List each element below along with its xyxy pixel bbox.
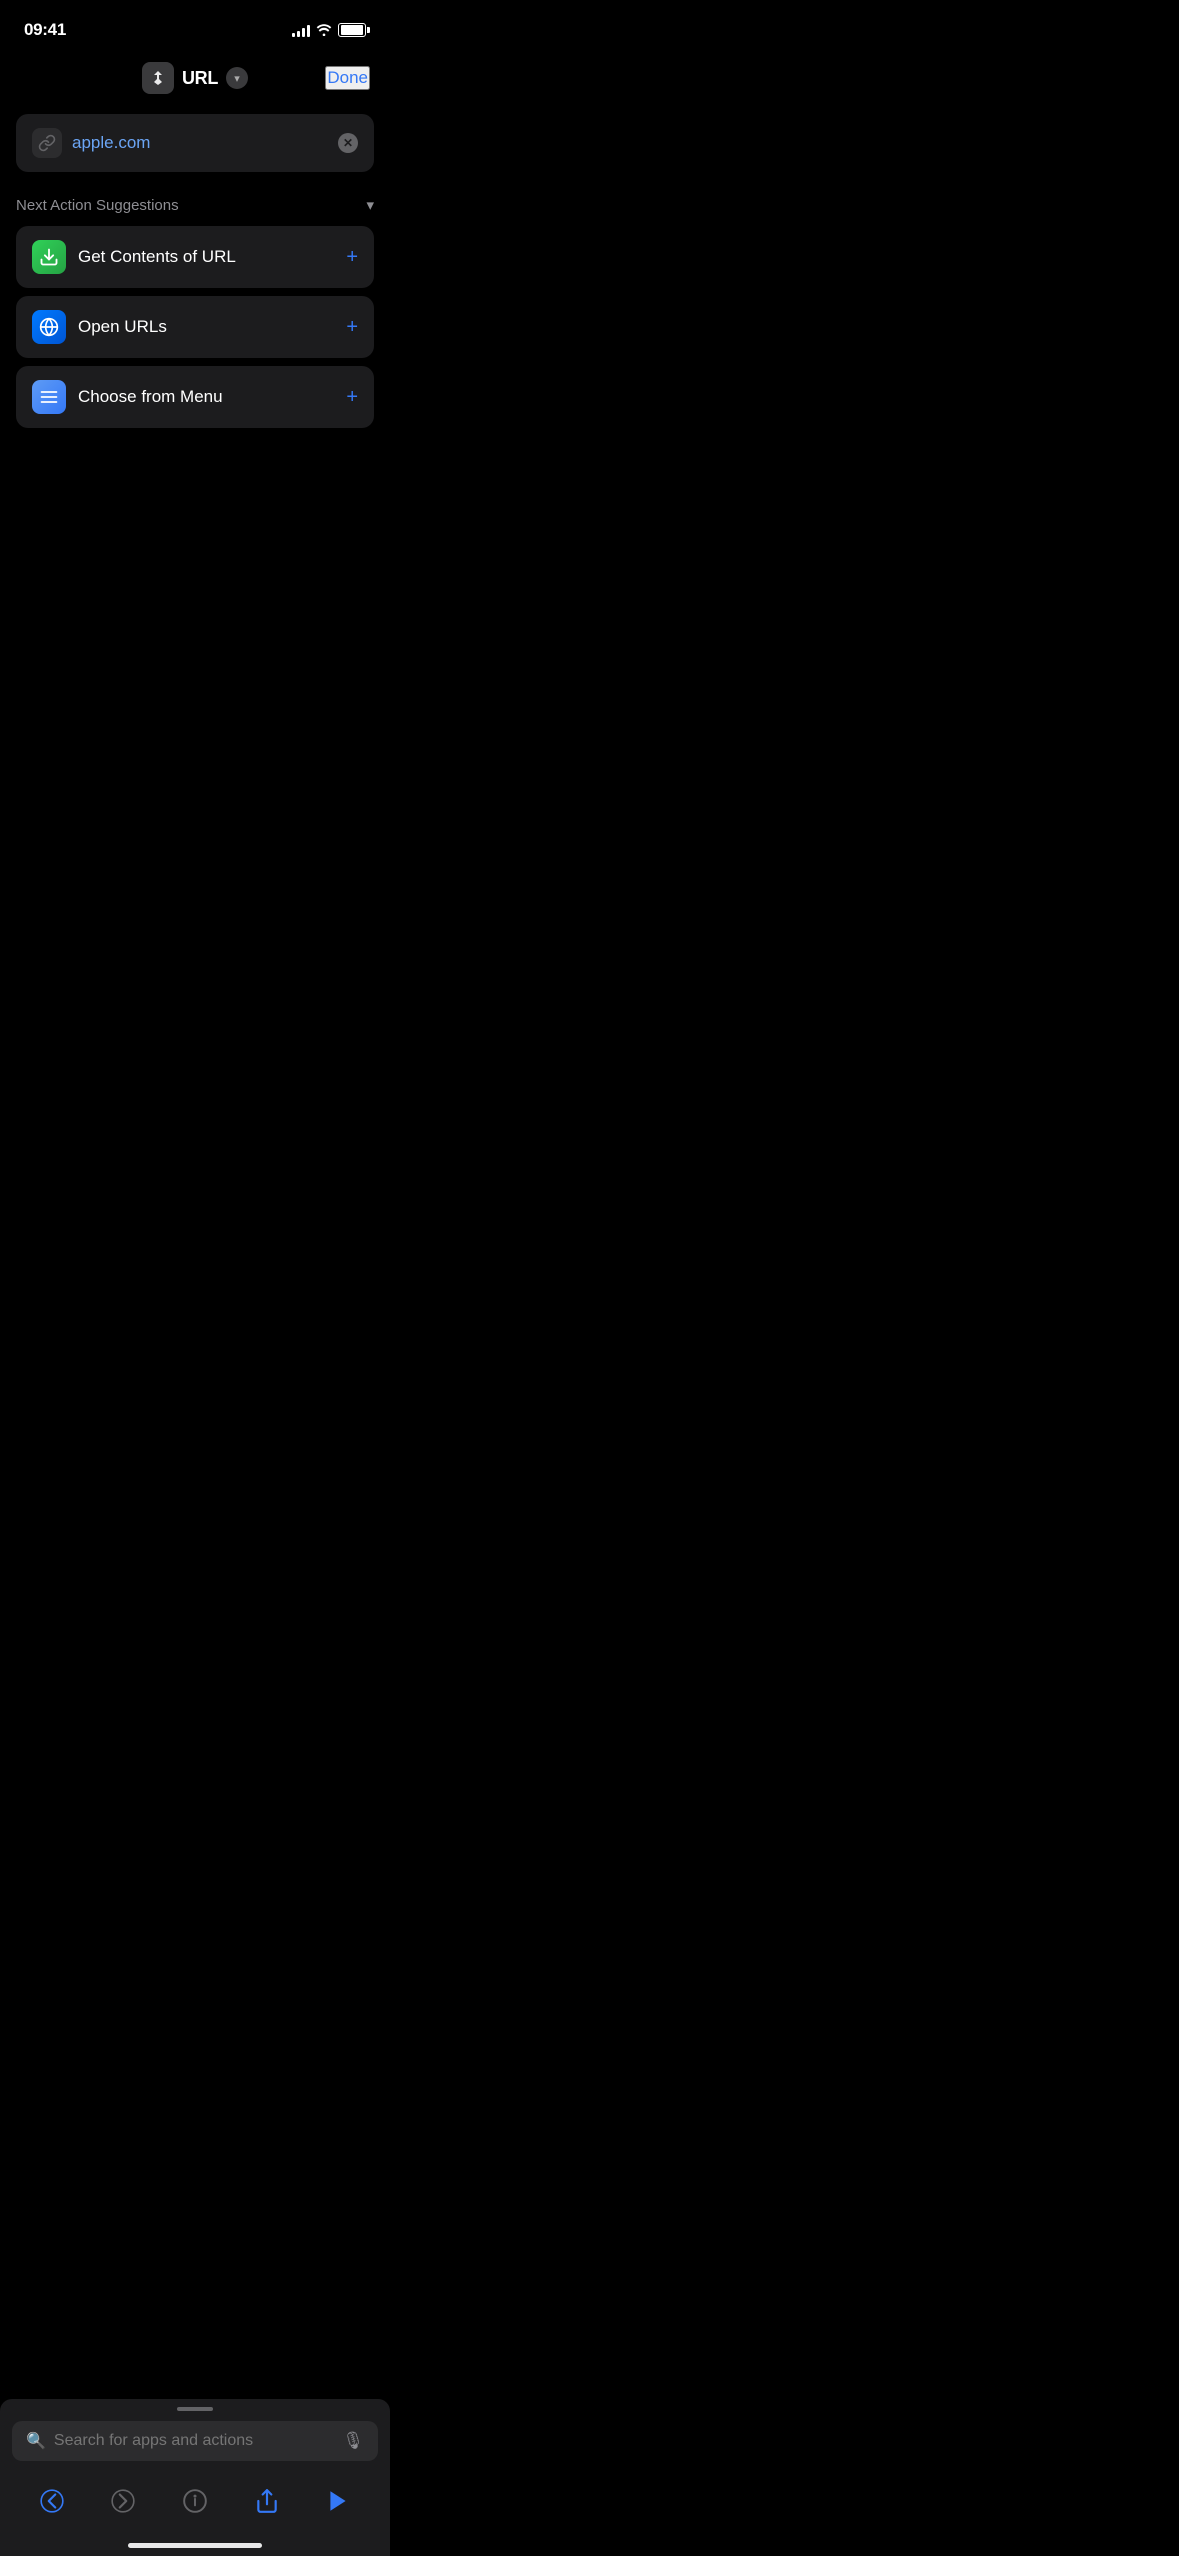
battery-icon — [338, 23, 366, 37]
bottom-handle — [177, 2407, 213, 2411]
url-input-container: ✕ — [16, 114, 374, 172]
wifi-icon — [316, 24, 332, 36]
open-urls-label: Open URLs — [78, 317, 334, 337]
bottom-panel: 🔍 🎙 — [0, 2399, 390, 2556]
action-item-get-contents[interactable]: Get Contents of URL + — [16, 226, 374, 288]
shortcuts-app-icon — [142, 62, 174, 94]
link-icon — [32, 128, 62, 158]
add-get-contents-button[interactable]: + — [346, 247, 358, 267]
home-indicator — [128, 2543, 262, 2548]
search-icon: 🔍 — [26, 2431, 46, 2451]
suggestions-section: Next Action Suggestions ▾ Get Contents o… — [16, 196, 374, 428]
url-text-input[interactable] — [72, 133, 328, 153]
get-contents-label: Get Contents of URL — [78, 247, 334, 267]
status-bar: 09:41 — [0, 0, 390, 54]
bottom-toolbar — [0, 2469, 390, 2539]
nav-title-group[interactable]: URL ▾ — [142, 62, 248, 94]
choose-menu-label: Choose from Menu — [78, 387, 334, 407]
nav-bar: URL ▾ Done — [0, 54, 390, 106]
status-icons — [292, 23, 366, 37]
back-button[interactable] — [30, 2479, 74, 2523]
nav-chevron-icon[interactable]: ▾ — [226, 67, 248, 89]
signal-bars-icon — [292, 24, 310, 37]
suggestions-chevron-icon: ▾ — [366, 196, 374, 214]
action-item-open-urls[interactable]: Open URLs + — [16, 296, 374, 358]
suggestions-title: Next Action Suggestions — [16, 197, 179, 214]
get-contents-icon — [32, 240, 66, 274]
suggestions-header[interactable]: Next Action Suggestions ▾ — [16, 196, 374, 214]
play-button[interactable] — [316, 2479, 360, 2523]
add-choose-menu-button[interactable]: + — [346, 387, 358, 407]
status-time: 09:41 — [24, 20, 66, 40]
open-urls-icon — [32, 310, 66, 344]
share-button[interactable] — [245, 2479, 289, 2523]
action-item-choose-menu[interactable]: Choose from Menu + — [16, 366, 374, 428]
add-open-urls-button[interactable]: + — [346, 317, 358, 337]
choose-menu-icon — [32, 380, 66, 414]
search-input[interactable] — [54, 2432, 334, 2450]
forward-button[interactable] — [101, 2479, 145, 2523]
clear-button[interactable]: ✕ — [338, 133, 358, 153]
microphone-icon[interactable]: 🎙 — [342, 2431, 364, 2451]
info-button[interactable] — [173, 2479, 217, 2523]
done-button[interactable]: Done — [325, 66, 370, 90]
nav-title: URL — [182, 68, 218, 89]
search-bar[interactable]: 🔍 🎙 — [12, 2421, 378, 2461]
